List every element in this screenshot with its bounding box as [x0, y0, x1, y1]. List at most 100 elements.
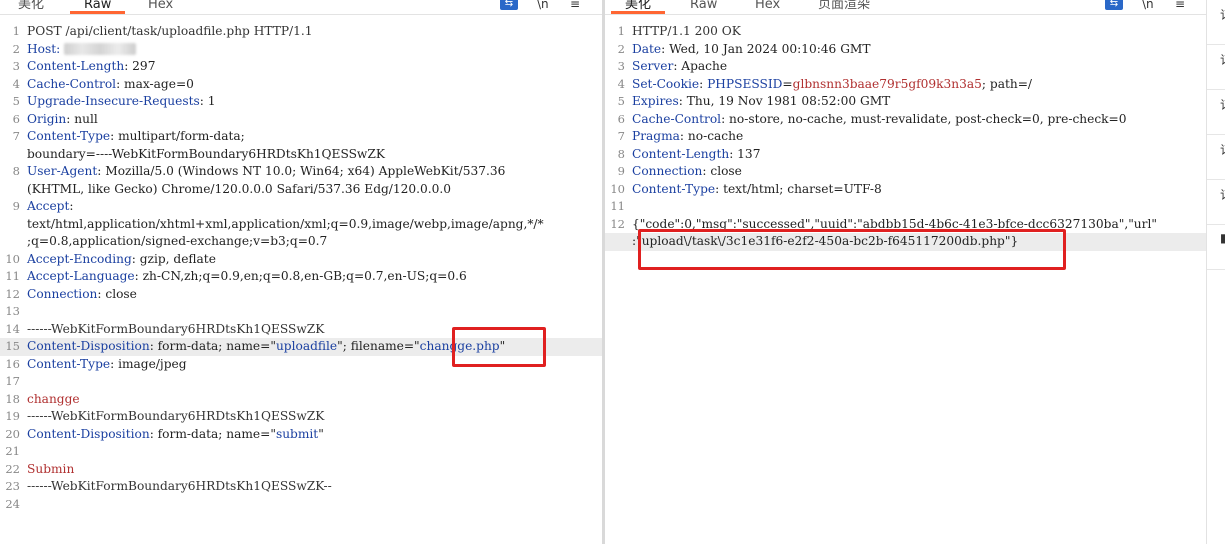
- code-line[interactable]: 5 Upgrade-Insecure-Requests: 1: [0, 93, 602, 111]
- code-line[interactable]: 7 Content-Type: multipart/form-data;: [0, 128, 602, 146]
- code-line[interactable]: 10 Accept-Encoding: gzip, deflate: [0, 251, 602, 269]
- line-number: 12: [610, 216, 625, 231]
- line-number: 6: [12, 111, 20, 126]
- line-number: 9: [12, 199, 20, 213]
- line-text: Expires: Thu, 19 Nov 1981 08:52:00 GMT: [632, 93, 890, 111]
- response-tab-raw[interactable]: Raw: [690, 0, 717, 14]
- code-line[interactable]: 11 Accept-Language: zh-CN,zh;q=0.9,en;q=0…: [0, 268, 602, 286]
- inspector-item[interactable]: 订: [1207, 135, 1225, 180]
- line-number: 10: [5, 251, 20, 266]
- code-line[interactable]: 19 ------WebKitFormBoundary6HRDtsKh1QESSw…: [0, 408, 602, 426]
- code-line[interactable]: 24: [0, 496, 602, 514]
- line-text: User-Agent: Mozilla/5.0 (Windows NT 10.0…: [27, 163, 505, 181]
- line-text: Connection: close: [632, 163, 742, 181]
- code-line[interactable]: 10 Content-Type: text/html; charset=UTF-8: [605, 181, 1206, 199]
- inspector-item[interactable]: 订: [1207, 45, 1225, 90]
- code-line[interactable]: 20 Content-Disposition: form-data; name="…: [0, 426, 602, 444]
- line-text: ------WebKitFormBoundary6HRDtsKh1QESSwZK: [27, 408, 324, 426]
- code-line[interactable]: boundary=----WebKitFormBoundary6HRDtsKh1…: [0, 146, 602, 164]
- line-text: Pragma: no-cache: [632, 128, 743, 146]
- code-line[interactable]: 21: [0, 443, 602, 461]
- code-line[interactable]: 1 POST /api/client/task/uploadfile.php HT…: [0, 23, 602, 41]
- line-text: Date: Wed, 10 Jan 2024 00:10:46 GMT: [632, 41, 871, 59]
- code-line[interactable]: 3 Server: Apache: [605, 58, 1206, 76]
- token: Origin: [27, 111, 67, 126]
- wrap-toggle-icon[interactable]: ⇆: [1105, 0, 1123, 10]
- token: POST /api/client/task/uploadfile.php HTT…: [27, 24, 313, 38]
- line-number: 5: [12, 94, 20, 108]
- request-tab-hex[interactable]: Hex: [148, 0, 173, 14]
- code-line[interactable]: 2 Host:: [0, 41, 602, 59]
- code-line[interactable]: 17: [0, 373, 602, 391]
- code-line[interactable]: 13: [0, 303, 602, 321]
- code-line[interactable]: 2 Date: Wed, 10 Jan 2024 00:10:46 GMT: [605, 41, 1206, 59]
- token: Cache-Control: [632, 111, 722, 126]
- code-line[interactable]: 22 Submin: [0, 461, 602, 479]
- code-line[interactable]: 8 User-Agent: Mozilla/5.0 (Windows NT 10.…: [0, 163, 602, 181]
- request-tabbar: 美化 Raw Hex ⇆ \n ≡: [0, 0, 602, 15]
- code-line[interactable]: 9 Accept:: [0, 198, 602, 216]
- code-line[interactable]: 3 Content-Length: 297: [0, 58, 602, 76]
- inspector-item[interactable]: 订: [1207, 0, 1225, 45]
- line-text: POST /api/client/task/uploadfile.php HTT…: [27, 23, 313, 41]
- token: : gzip, deflate: [131, 251, 216, 266]
- menu-icon[interactable]: ≡: [570, 0, 580, 11]
- code-line[interactable]: 5 Expires: Thu, 19 Nov 1981 08:52:00 GMT: [605, 93, 1206, 111]
- line-number: 21: [5, 444, 20, 458]
- token: ------WebKitFormBoundary6HRDtsKh1QESSwZK: [27, 409, 325, 423]
- line-number: 4: [617, 76, 625, 91]
- token: : close: [702, 164, 742, 178]
- code-line[interactable]: 12 Connection: close: [0, 286, 602, 304]
- inspector-item[interactable]: ■: [1207, 225, 1225, 270]
- token: : close: [97, 286, 137, 301]
- response-tab-render[interactable]: 页面渲染: [818, 0, 870, 14]
- line-number: 14: [5, 321, 20, 336]
- code-line[interactable]: 7 Pragma: no-cache: [605, 128, 1206, 146]
- line-number: 1: [12, 24, 20, 38]
- line-number: 10: [610, 181, 625, 196]
- code-line[interactable]: ;q=0.8,application/signed-exchange;v=b3;…: [0, 233, 602, 251]
- line-number: 15: [5, 339, 20, 353]
- line-text: Accept-Encoding: gzip, deflate: [27, 251, 216, 269]
- token: User-Agent: [27, 164, 98, 178]
- token: PHPSESSID: [707, 76, 783, 91]
- code-line[interactable]: 4 Set-Cookie: PHPSESSID=glbnsnn3baae79r5g…: [605, 76, 1206, 94]
- code-line[interactable]: 6 Cache-Control: no-store, no-cache, must…: [605, 111, 1206, 129]
- token: ------WebKitFormBoundary6HRDtsKh1QESSwZK: [27, 321, 325, 336]
- token: HTTP/1.1 200 OK: [632, 24, 741, 38]
- code-line[interactable]: 11: [605, 198, 1206, 216]
- newline-toggle-icon[interactable]: \n: [537, 0, 549, 11]
- line-number: 2: [12, 41, 20, 56]
- line-number: 1: [617, 24, 625, 38]
- line-number: 11: [610, 199, 625, 213]
- response-tab-pretty[interactable]: 美化: [610, 0, 666, 14]
- request-tab-pretty[interactable]: 美化: [18, 0, 44, 14]
- line-text: ------WebKitFormBoundary6HRDtsKh1QESSwZK: [27, 321, 324, 339]
- code-line[interactable]: 9 Connection: close: [605, 163, 1206, 181]
- code-line[interactable]: 4 Cache-Control: max-age=0: [0, 76, 602, 94]
- line-text: ------WebKitFormBoundary6HRDtsKh1QESSwZK…: [27, 478, 332, 496]
- line-number: 13: [5, 304, 20, 318]
- line-number: 19: [5, 409, 20, 423]
- line-number: 3: [617, 59, 625, 73]
- code-line[interactable]: 8 Content-Length: 137: [605, 146, 1206, 164]
- line-number: 4: [12, 76, 20, 91]
- code-line[interactable]: text/html,application/xhtml+xml,applicat…: [0, 216, 602, 234]
- request-tab-raw[interactable]: Raw: [69, 0, 126, 14]
- code-line[interactable]: 6 Origin: null: [0, 111, 602, 129]
- line-number: 9: [617, 164, 625, 178]
- token: Connection: [632, 164, 703, 178]
- code-line[interactable]: 18 changge: [0, 391, 602, 409]
- menu-icon[interactable]: ≡: [1175, 0, 1185, 11]
- code-line[interactable]: 23 ------WebKitFormBoundary6HRDtsKh1QESSw…: [0, 478, 602, 496]
- line-number: 24: [5, 496, 20, 511]
- response-tab-hex[interactable]: Hex: [755, 0, 780, 14]
- wrap-toggle-icon[interactable]: ⇆: [500, 0, 518, 10]
- inspector-item[interactable]: 订: [1207, 180, 1225, 225]
- token: :: [69, 199, 74, 213]
- inspector-item[interactable]: 订: [1207, 90, 1225, 135]
- code-line[interactable]: (KHTML, like Gecko) Chrome/120.0.0.0 Saf…: [0, 181, 602, 199]
- code-line[interactable]: 1 HTTP/1.1 200 OK: [605, 23, 1206, 41]
- line-text: Connection: close: [27, 286, 137, 304]
- newline-toggle-icon[interactable]: \n: [1142, 0, 1154, 11]
